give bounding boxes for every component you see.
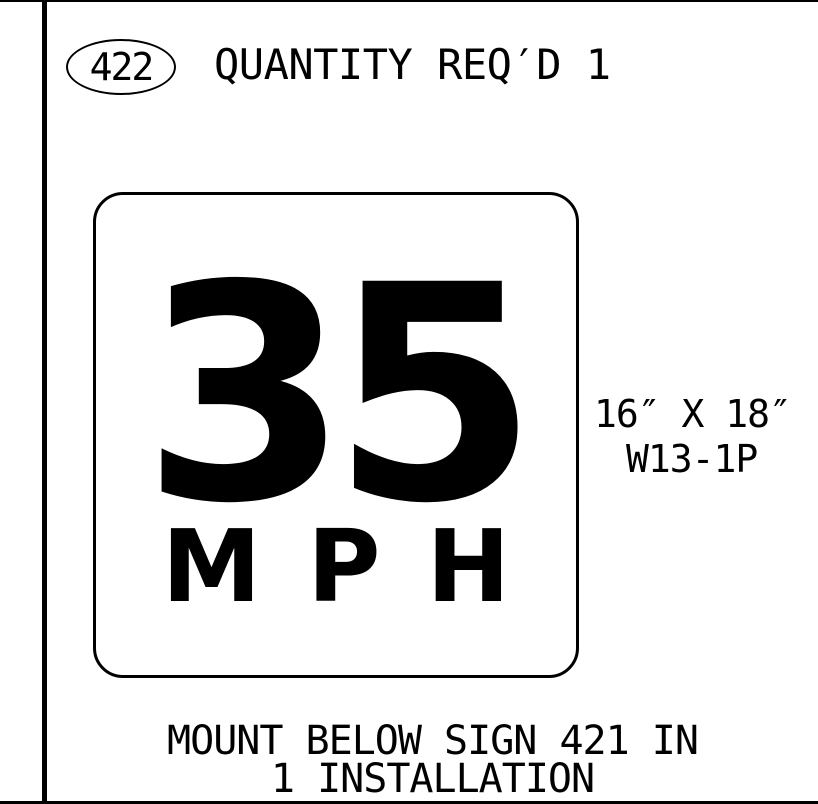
sign-speed-units: MPH	[161, 508, 557, 625]
sign-speed-value: 35	[141, 222, 539, 569]
mounting-note-line-1: MOUNT BELOW SIGN 421 IN	[167, 718, 699, 764]
frame-left-border	[42, 0, 47, 804]
sign-number-badge: 422	[66, 39, 176, 95]
frame-top-border	[0, 0, 818, 2]
mounting-note-line-2: 1 INSTALLATION	[270, 756, 595, 802]
sign-code-label: W13-1P	[626, 437, 758, 481]
sign-number: 422	[89, 45, 155, 89]
quantity-required: QUANTITY REQ′D 1	[214, 40, 611, 89]
sign-size-label: 16″ X 18″	[594, 392, 792, 436]
mounting-note: MOUNT BELOW SIGN 421 IN 1 INSTALLATION	[47, 718, 818, 802]
speed-plaque-sign: 35 MPH	[93, 192, 579, 678]
